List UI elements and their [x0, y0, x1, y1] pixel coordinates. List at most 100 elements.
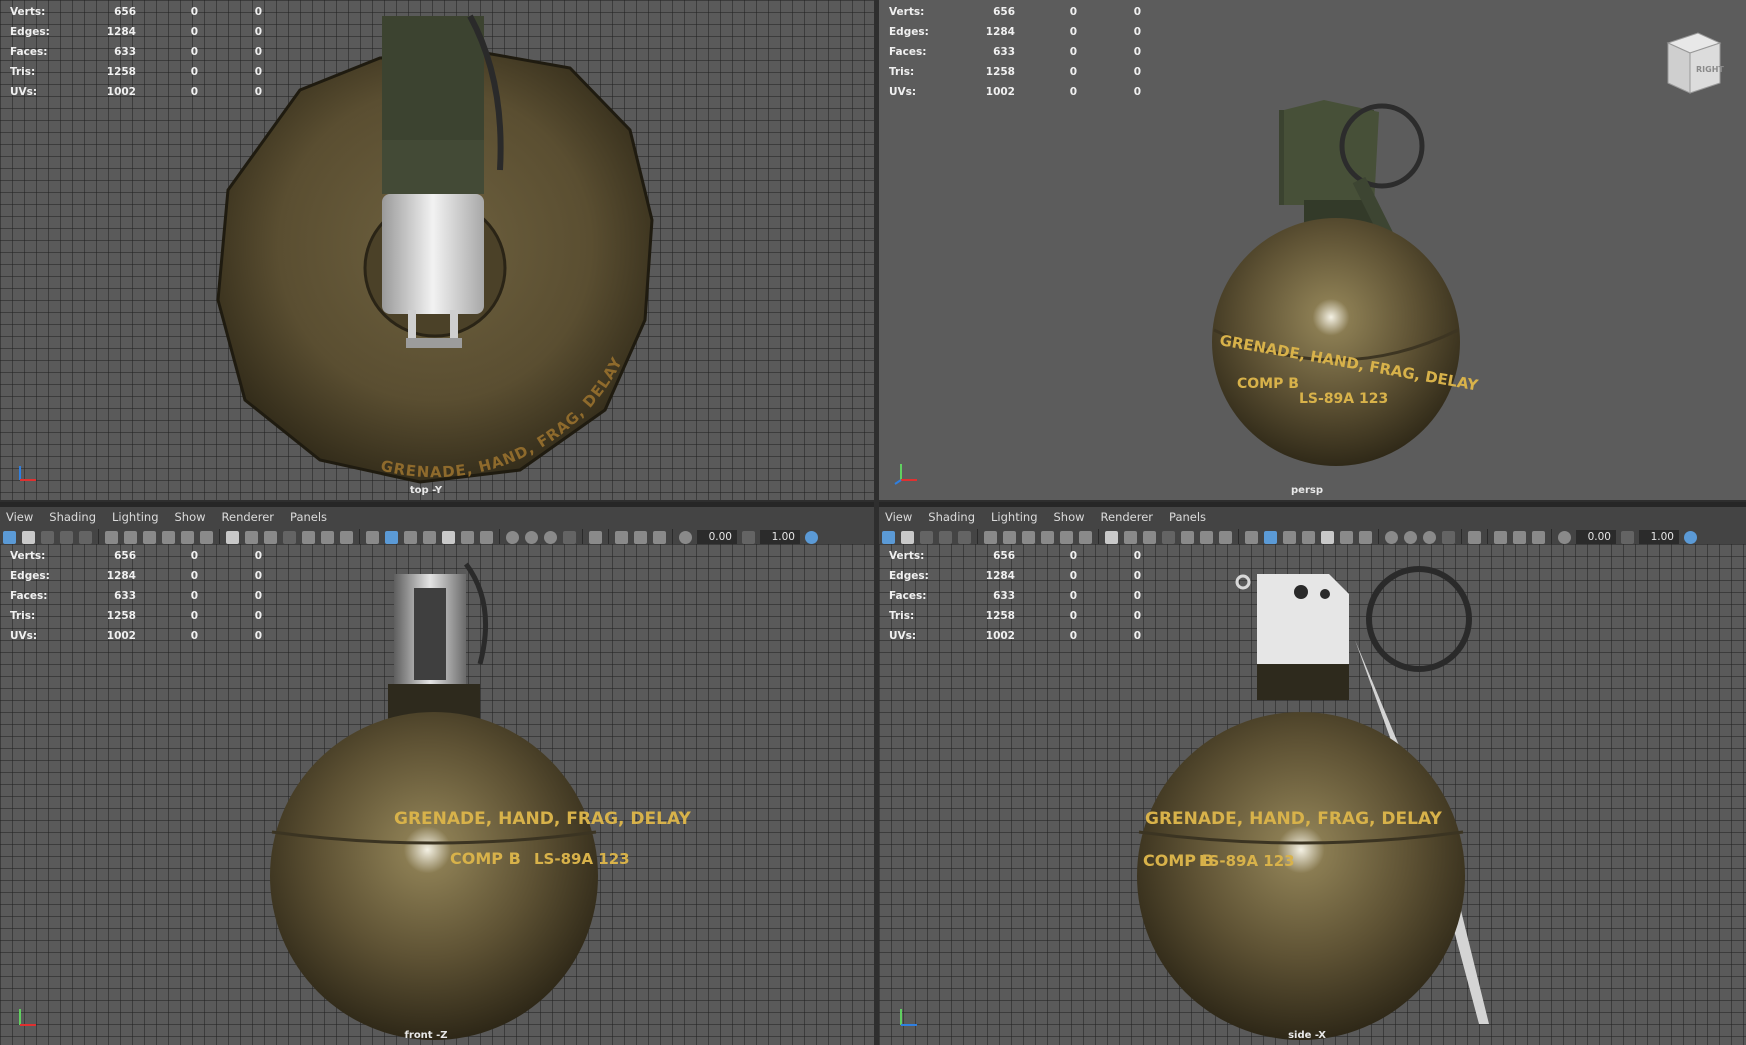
menu-renderer[interactable]: Renderer — [222, 510, 275, 524]
image-plane-icon[interactable] — [939, 530, 952, 544]
xray-joints-icon[interactable] — [1494, 530, 1507, 544]
motion-trail-icon[interactable] — [181, 530, 194, 544]
bookmark-flag-icon[interactable] — [162, 530, 175, 544]
motion-blur-icon[interactable] — [1404, 530, 1417, 544]
menu-lighting[interactable]: Lighting — [991, 510, 1037, 524]
field-chart-icon[interactable] — [1181, 530, 1194, 544]
viewport-divider-horizontal[interactable] — [0, 500, 1746, 502]
textured-icon[interactable] — [442, 530, 455, 544]
anti-aliasing-icon[interactable] — [1423, 530, 1436, 544]
safe-title-icon[interactable] — [340, 530, 353, 544]
anti-aliasing-icon[interactable] — [544, 530, 557, 544]
depth-of-field-icon[interactable] — [1442, 530, 1455, 544]
resolution-gate-icon[interactable] — [264, 530, 277, 544]
menu-panels[interactable]: Panels — [1169, 510, 1206, 524]
xray-icon[interactable] — [423, 530, 436, 544]
field-chart-icon[interactable] — [302, 530, 315, 544]
select-camera-icon[interactable] — [882, 530, 895, 544]
film-gate-icon[interactable] — [245, 530, 258, 544]
grenade-top-model[interactable]: GRENADE, HAND, FRAG, DELAY — [0, 0, 874, 500]
menu-view[interactable]: View — [6, 510, 33, 524]
camera-record-icon[interactable] — [1022, 530, 1035, 544]
backface-culling-icon[interactable] — [1532, 530, 1545, 544]
menu-show[interactable]: Show — [1054, 510, 1085, 524]
bookmark-flag-icon[interactable] — [1041, 530, 1054, 544]
camera-lock-icon[interactable] — [1003, 530, 1016, 544]
backface-culling-icon[interactable] — [653, 530, 666, 544]
wireframe-on-shaded-icon[interactable] — [404, 530, 417, 544]
grid-toggle-icon[interactable] — [1105, 530, 1118, 544]
isolate-select-icon[interactable] — [589, 530, 602, 544]
wireframe-on-shaded-icon[interactable] — [1283, 530, 1296, 544]
image-plane-icon[interactable] — [60, 530, 73, 544]
xray-joints-icon[interactable] — [615, 530, 628, 544]
camera-icon[interactable] — [105, 530, 118, 544]
color-management-icon[interactable] — [805, 530, 818, 544]
panel-menubar-right: View Shading Lighting Show Renderer Pane… — [879, 507, 1746, 527]
safe-action-icon[interactable] — [1200, 530, 1213, 544]
select-camera-icon[interactable] — [3, 530, 16, 544]
gate-mask-icon[interactable] — [283, 530, 296, 544]
bookmark-icon[interactable] — [41, 530, 54, 544]
wireframe-icon[interactable] — [366, 530, 379, 544]
color-management-icon[interactable] — [1684, 530, 1697, 544]
camera-record-icon[interactable] — [143, 530, 156, 544]
pencil-icon[interactable] — [1079, 530, 1092, 544]
grenade-persp-model[interactable]: GRENADE, HAND, FRAG, DELAY COMP B LS-89A… — [879, 0, 1746, 500]
exposure-field[interactable]: 0.00 — [1576, 529, 1616, 545]
menu-shading[interactable]: Shading — [49, 510, 96, 524]
textured-icon[interactable] — [1321, 530, 1334, 544]
resolution-gate-icon[interactable] — [1143, 530, 1156, 544]
ambient-occlusion-icon[interactable] — [1385, 530, 1398, 544]
viewport-top[interactable]: Verts: 656 0 0 Edges: 1284 0 0 Faces: 633 0 0 Tri… — [0, 0, 874, 500]
two-d-pan-icon[interactable] — [79, 530, 92, 544]
grenade-side-model[interactable]: GRENADE, HAND, FRAG, DELAY COMP B LS-89A… — [879, 544, 1746, 1045]
gamma-field[interactable]: 1.00 — [760, 529, 800, 545]
motion-blur-icon[interactable] — [525, 530, 538, 544]
grid-toggle-icon[interactable] — [226, 530, 239, 544]
camera-attributes-icon[interactable] — [901, 530, 914, 544]
depth-of-field-icon[interactable] — [563, 530, 576, 544]
gate-mask-icon[interactable] — [1162, 530, 1175, 544]
wireframe-icon[interactable] — [1245, 530, 1258, 544]
gamma-icon[interactable] — [742, 530, 755, 544]
motion-trail-icon[interactable] — [1060, 530, 1073, 544]
menu-lighting[interactable]: Lighting — [112, 510, 158, 524]
menu-show[interactable]: Show — [175, 510, 206, 524]
camera-lock-icon[interactable] — [124, 530, 137, 544]
ambient-occlusion-icon[interactable] — [506, 530, 519, 544]
pencil-icon[interactable] — [200, 530, 213, 544]
menu-renderer[interactable]: Renderer — [1101, 510, 1154, 524]
camera-attributes-icon[interactable] — [22, 530, 35, 544]
axis-gizmo-persp — [894, 464, 917, 485]
exposure-field[interactable]: 0.00 — [697, 529, 737, 545]
bookmark-icon[interactable] — [920, 530, 933, 544]
gamma-icon[interactable] — [1621, 530, 1634, 544]
smooth-shade-icon[interactable] — [385, 530, 398, 544]
isolate-select-icon[interactable] — [1468, 530, 1481, 544]
grenade-front-model[interactable]: GRENADE, HAND, FRAG, DELAY COMP B LS-89A… — [0, 544, 874, 1045]
lights-icon[interactable] — [461, 530, 474, 544]
viewport-persp[interactable]: Verts: 656 0 0 Edges: 1284 0 0 Faces: 633 0 0 Tri… — [879, 0, 1746, 500]
two-d-pan-icon[interactable] — [958, 530, 971, 544]
exposure-icon[interactable] — [1558, 530, 1571, 544]
xray-icon[interactable] — [1302, 530, 1315, 544]
menu-shading[interactable]: Shading — [928, 510, 975, 524]
viewport-side[interactable]: Verts: 656 0 0 Edges: 1284 0 0 Faces: 633 0 0 Tri… — [879, 544, 1746, 1045]
smooth-shade-icon[interactable] — [1264, 530, 1277, 544]
viewport-front[interactable]: Verts: 656 0 0 Edges: 1284 0 0 Faces: 633 0 0 Tri… — [0, 544, 874, 1045]
xray-active-icon[interactable] — [634, 530, 647, 544]
shadows-icon[interactable] — [480, 530, 493, 544]
menu-view[interactable]: View — [885, 510, 912, 524]
shadows-icon[interactable] — [1359, 530, 1372, 544]
gamma-field[interactable]: 1.00 — [1639, 529, 1679, 545]
view-cube[interactable]: RIGHT — [1658, 28, 1728, 102]
film-gate-icon[interactable] — [1124, 530, 1137, 544]
camera-icon[interactable] — [984, 530, 997, 544]
xray-active-icon[interactable] — [1513, 530, 1526, 544]
safe-action-icon[interactable] — [321, 530, 334, 544]
safe-title-icon[interactable] — [1219, 530, 1232, 544]
lights-icon[interactable] — [1340, 530, 1353, 544]
menu-panels[interactable]: Panels — [290, 510, 327, 524]
exposure-icon[interactable] — [679, 530, 692, 544]
